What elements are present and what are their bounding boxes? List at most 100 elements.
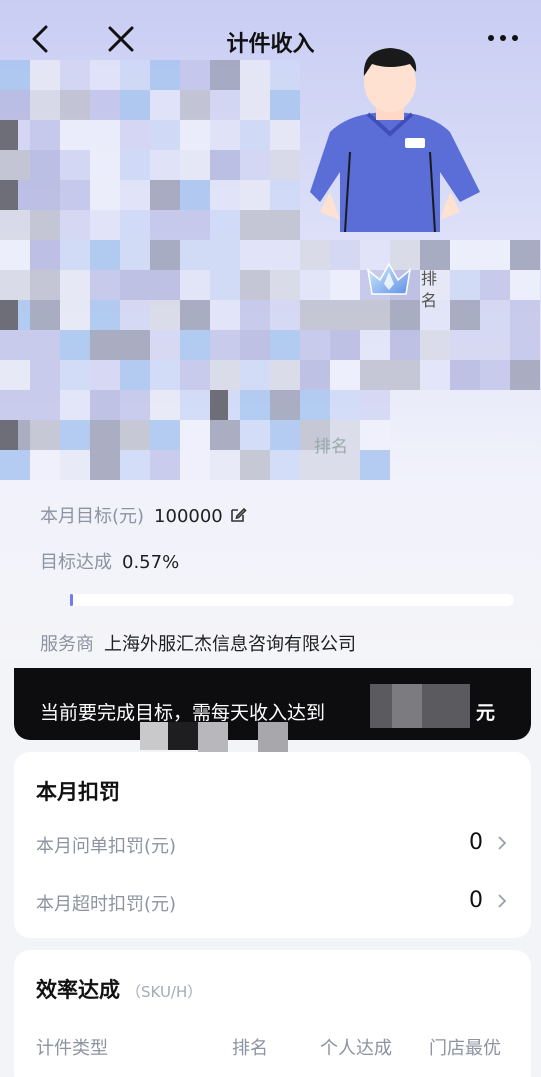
- mosaic-tile: [180, 450, 210, 480]
- efficiency-card-title: 效率达成 （SKU/H）: [36, 974, 202, 1004]
- mosaic-tile: [60, 420, 90, 450]
- inquiry-penalty-label: 本月问单扣罚(元): [36, 836, 177, 857]
- mosaic-tile: [330, 240, 360, 270]
- mosaic-tile: [30, 330, 60, 360]
- mosaic-tile: [30, 180, 60, 210]
- mosaic-tile: [330, 270, 360, 300]
- mosaic-tile: [60, 210, 90, 240]
- chevron-right-icon[interactable]: [495, 892, 509, 910]
- inquiry-penalty-value[interactable]: 0: [469, 830, 483, 855]
- mosaic-tile: [30, 420, 60, 450]
- mosaic-tile: [30, 90, 60, 120]
- mosaic-tile: [120, 330, 150, 360]
- mosaic-tile: [300, 240, 330, 270]
- mosaic-tile: [0, 240, 30, 270]
- mosaic-tile: [210, 360, 240, 390]
- edit-icon[interactable]: [229, 506, 247, 524]
- mosaic-tile: [180, 240, 210, 270]
- mosaic-tile: [210, 390, 228, 420]
- mosaic-tile: [120, 390, 150, 420]
- mosaic-tile: [210, 150, 240, 180]
- mosaic-tile: [150, 270, 180, 300]
- mosaic-tile: [90, 330, 120, 360]
- mosaic-tile: [0, 360, 30, 390]
- mosaic-tile: [0, 390, 30, 420]
- mosaic-tile: [480, 330, 510, 360]
- mosaic-tile: [240, 360, 270, 390]
- more-dots-icon[interactable]: [485, 28, 521, 48]
- mosaic-tile: [120, 270, 150, 300]
- mosaic-tile: [0, 150, 30, 180]
- mosaic-tile: [480, 360, 510, 390]
- mosaic-tile: [510, 330, 540, 360]
- column-header-personal: 个人达成: [320, 1038, 392, 1059]
- achievement-progress-fill: [70, 594, 73, 606]
- navigation-bar: 计件收入: [0, 0, 541, 80]
- mosaic-tile: [150, 210, 180, 240]
- provider-label: 服务商: [40, 634, 94, 655]
- mosaic-tile: [0, 420, 18, 450]
- efficiency-title-text: 效率达成: [36, 978, 120, 1002]
- mosaic-tile: [480, 240, 510, 270]
- mosaic-tile: [60, 270, 90, 300]
- mosaic-tile: [0, 300, 18, 330]
- mosaic-tile: [240, 120, 270, 150]
- penalty-card-title: 本月扣罚: [36, 780, 120, 804]
- column-header-store-best: 门店最优: [429, 1038, 501, 1059]
- mosaic-tile: [240, 180, 270, 210]
- chevron-right-icon[interactable]: [495, 834, 509, 852]
- mosaic-tile: [210, 180, 240, 210]
- mosaic-tile: [120, 180, 150, 210]
- mosaic-tile: [0, 450, 30, 480]
- mosaic-tile: [150, 240, 180, 270]
- overtime-penalty-value[interactable]: 0: [469, 888, 483, 913]
- mosaic-tile: [60, 330, 90, 360]
- penalty-card: 本月扣罚 本月问单扣罚(元) 0 本月超时扣罚(元) 0: [14, 752, 531, 938]
- mosaic-tile: [180, 180, 210, 210]
- mosaic-tile: [90, 270, 120, 300]
- mosaic-tile: [30, 150, 60, 180]
- mosaic-tile: [210, 270, 240, 300]
- mosaic-tile: [270, 270, 300, 300]
- mosaic-tile: [240, 450, 270, 480]
- efficiency-card: 效率达成 （SKU/H） 计件类型 排名 个人达成 门店最优: [14, 950, 531, 1077]
- mosaic-tile: [420, 360, 450, 390]
- mosaic-tile: [210, 120, 240, 150]
- mosaic-tile: [30, 390, 60, 420]
- mosaic-tile: [360, 450, 390, 480]
- mosaic-tile: [30, 270, 60, 300]
- mosaic-tile: [30, 240, 60, 270]
- mosaic-tile: [60, 360, 90, 390]
- mosaic-tile: [300, 360, 330, 390]
- mosaic-tile: [180, 270, 210, 300]
- mosaic-tile: [240, 270, 270, 300]
- mosaic-tile: [90, 90, 120, 120]
- mosaic-tile: [150, 120, 180, 150]
- mosaic-tile: [270, 330, 300, 360]
- mosaic-tile: [450, 330, 480, 360]
- provider-row: 服务商 上海外服汇杰信息咨询有限公司: [40, 630, 356, 656]
- mosaic-tile: [180, 360, 210, 390]
- rank-label[interactable]: 排 名: [421, 268, 445, 312]
- mosaic-tile: [150, 180, 180, 210]
- mosaic-tile: [60, 450, 90, 480]
- mosaic-tile: [0, 210, 30, 240]
- mosaic-tile: [150, 90, 180, 120]
- mosaic-tile: [120, 450, 150, 480]
- mosaic-tile: [30, 120, 60, 150]
- mosaic-tile: [0, 90, 30, 120]
- mosaic-tile: [120, 360, 150, 390]
- notice-text: 当前要完成目标，需每天收入达到: [40, 702, 326, 724]
- efficiency-unit: （SKU/H）: [126, 983, 203, 1001]
- blurred-amount-block: [392, 684, 422, 728]
- achievement-progress-bar: [70, 594, 514, 606]
- mosaic-tile: [0, 330, 30, 360]
- mosaic-tile: [150, 300, 180, 330]
- mosaic-tile: [90, 450, 120, 480]
- mosaic-tile: [90, 210, 120, 240]
- mosaic-tile: [150, 360, 180, 390]
- mosaic-tile: [150, 150, 180, 180]
- mosaic-tile: [270, 360, 300, 390]
- mosaic-tile: [0, 270, 30, 300]
- mosaic-tile: [210, 90, 240, 120]
